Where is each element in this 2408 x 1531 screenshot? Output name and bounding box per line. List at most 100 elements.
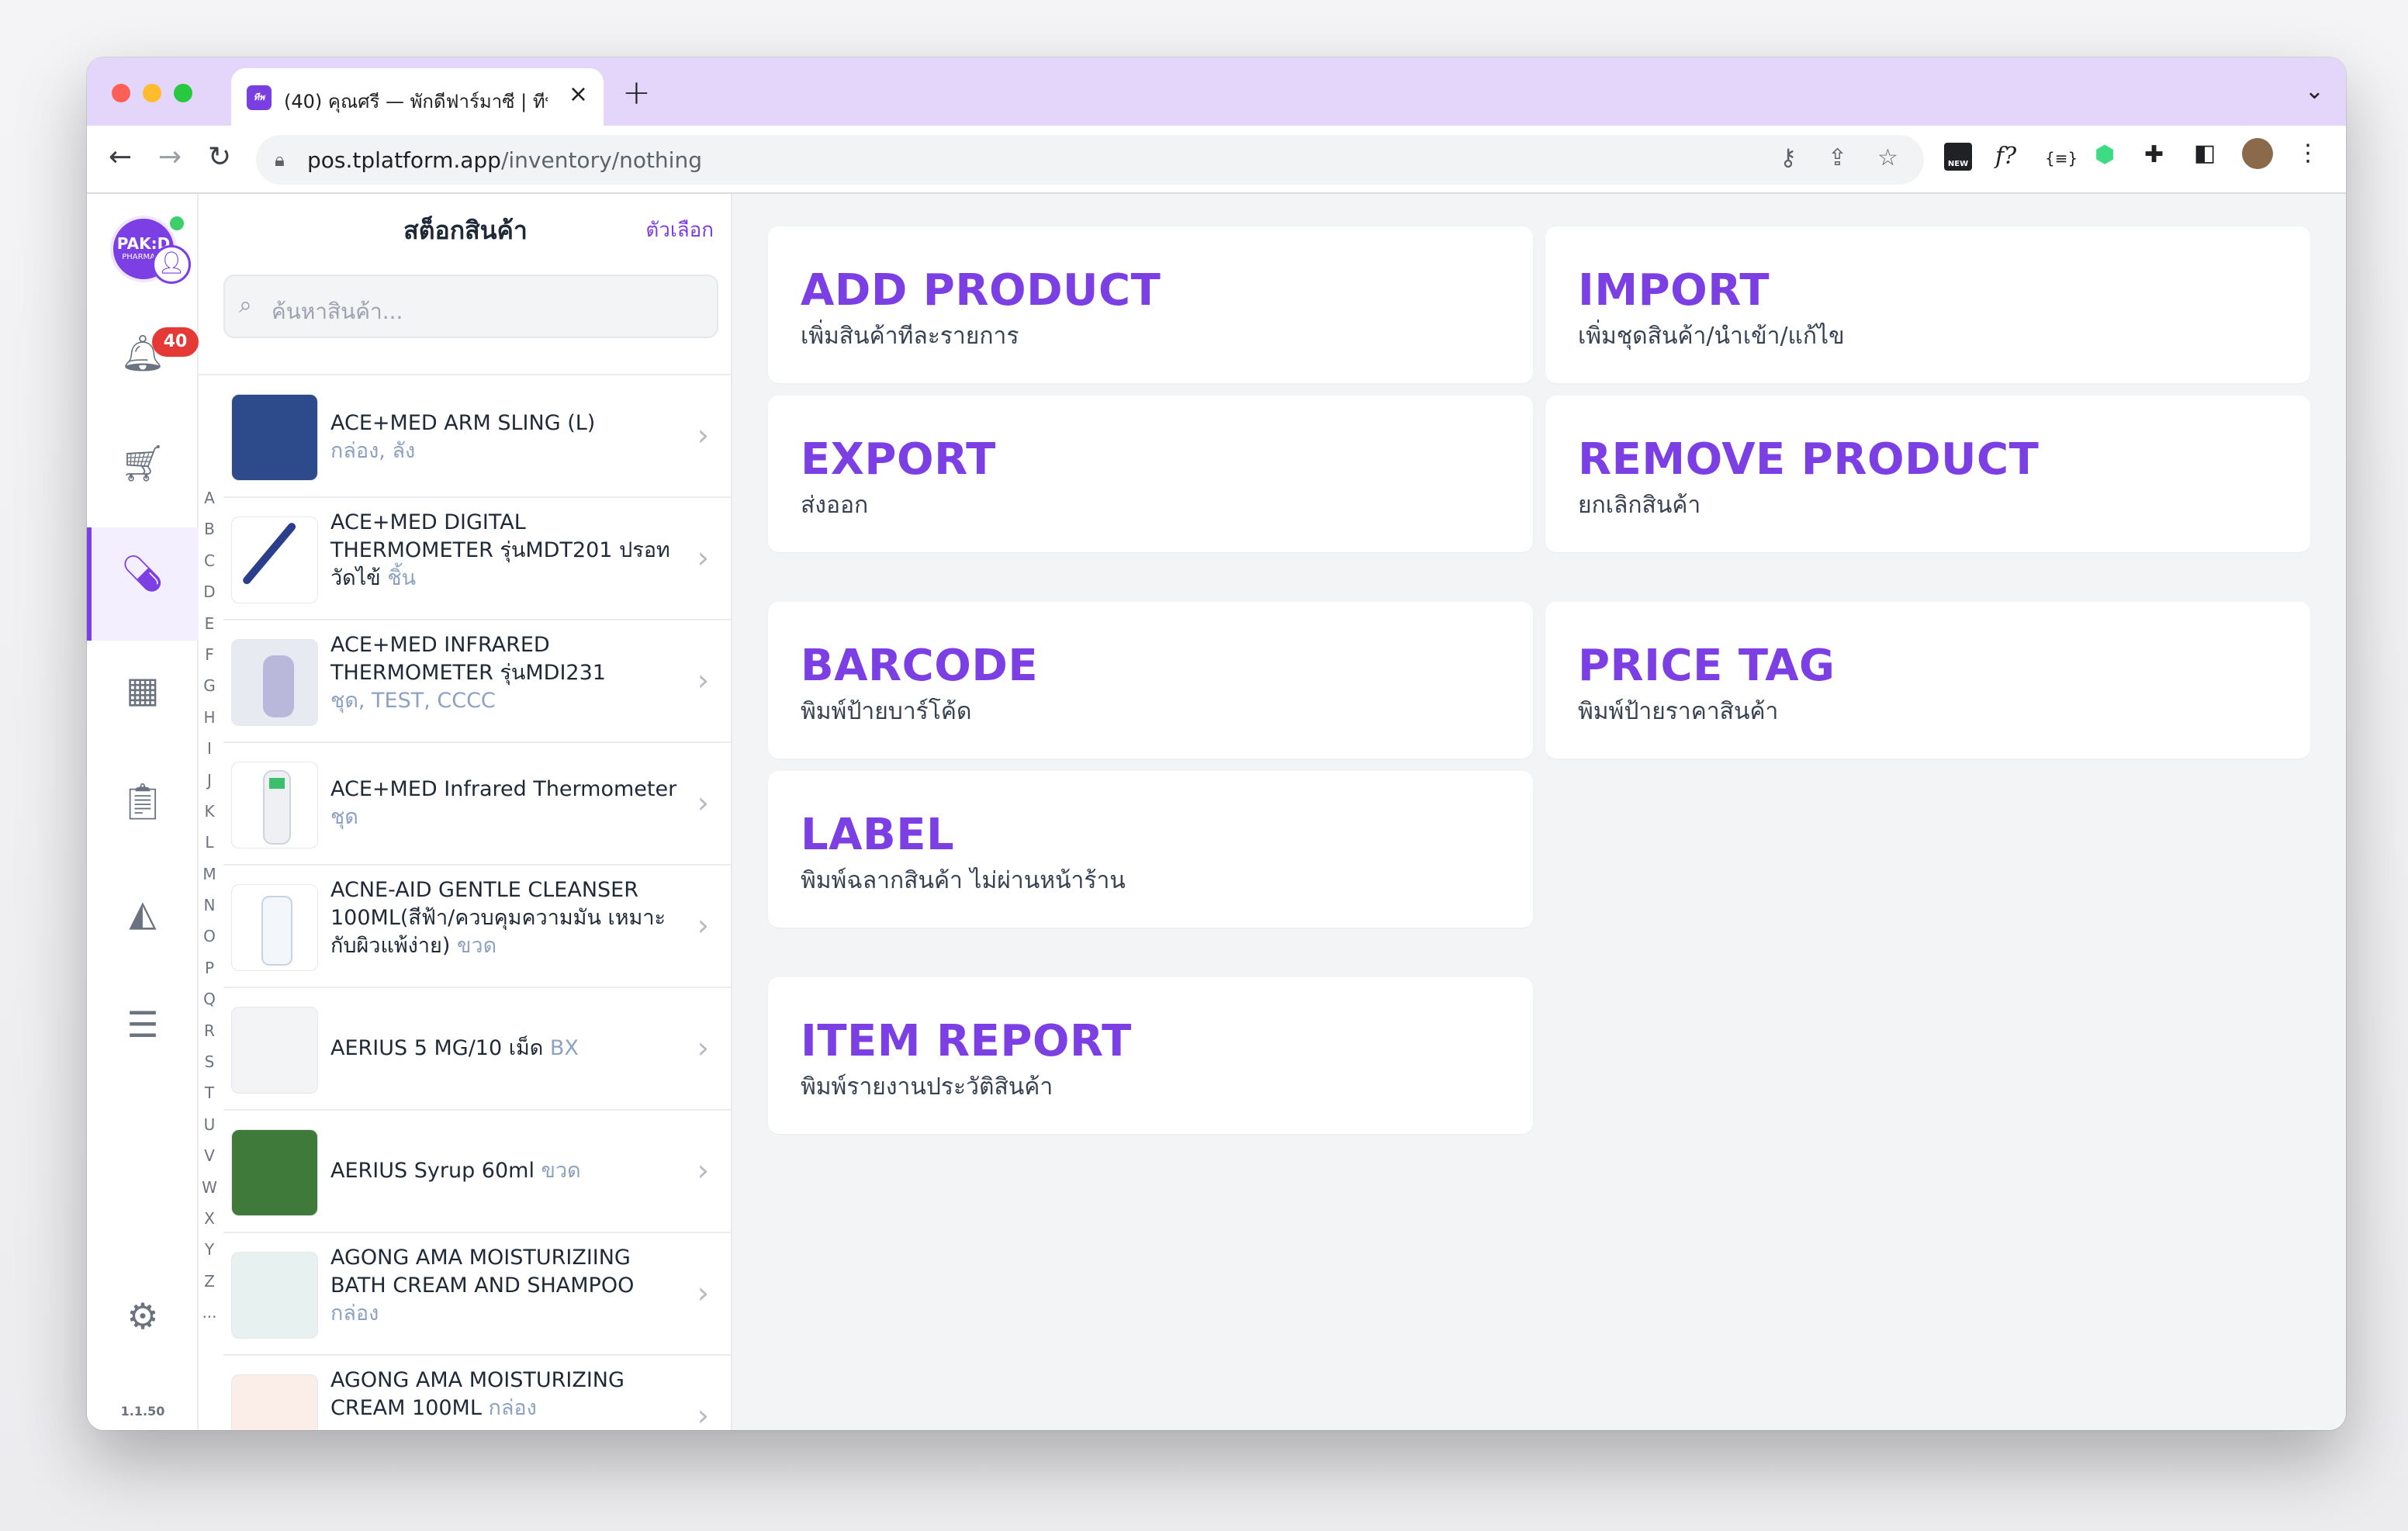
price-tag-card[interactable]: PRICE TAG พิมพ์ป้ายราคาสินค้า: [1545, 602, 2310, 759]
alpha-letter[interactable]: O: [199, 921, 220, 952]
alpha-letter[interactable]: R: [199, 1015, 220, 1046]
notification-badge: 40: [152, 327, 199, 357]
lock-icon[interactable]: 🔒︎: [275, 149, 285, 171]
product-thumbnail-placeholder: [231, 1007, 318, 1094]
alpha-letter[interactable]: U: [199, 1109, 220, 1140]
new-badge-icon[interactable]: NEW: [1944, 143, 1972, 171]
alphabet-index: A B C D E F G H I J K L M N O P Q R S T: [199, 482, 220, 1329]
product-unit: ชิ้น: [387, 566, 417, 590]
tab-search-chevron-icon[interactable]: ⌄: [2305, 78, 2324, 105]
nav-rail: PAK:D PHARMACY 👤︎ 🔔︎ 40 🛒︎ 💊︎ ▦ 📋︎ ◭ ☰ ⚙…: [87, 194, 199, 1430]
product-row[interactable]: AGONG AMA MOISTURIZIING BATH CREAM AND S…: [223, 1233, 731, 1356]
server-icon[interactable]: ☰: [87, 1004, 199, 1045]
product-thumbnail: [231, 1129, 318, 1216]
profile-avatar[interactable]: [2242, 138, 2273, 169]
alpha-letter[interactable]: M: [199, 859, 220, 890]
card-subtitle: พิมพ์ป้ายบาร์โค้ด: [801, 698, 972, 725]
item-report-card[interactable]: ITEM REPORT พิมพ์รายงานประวัติสินค้า: [768, 977, 1533, 1134]
product-text: AERIUS Syrup 60ml ขวด: [330, 1157, 680, 1185]
puzzle-icon[interactable]: ✚: [2144, 141, 2164, 168]
sidebar-icon[interactable]: ◧: [2194, 140, 2216, 167]
alpha-letter[interactable]: A: [199, 482, 220, 513]
alpha-letter[interactable]: C: [199, 545, 220, 576]
chevron-right-icon: ›: [697, 908, 709, 942]
product-row[interactable]: ACE+MED Infrared Thermometer ชุด ›: [223, 743, 731, 866]
alpha-letter[interactable]: D: [199, 576, 220, 607]
product-text: ACE+MED INFRARED THERMOMETER รุ่นMDI231 ช…: [330, 631, 680, 715]
alpha-letter[interactable]: P: [199, 952, 220, 983]
product-row[interactable]: ACNE-AID GENTLE CLEANSER 100ML(สีฟ้า/ควบ…: [223, 866, 731, 988]
product-search-input[interactable]: ⌕ ค้นหาสินค้า...: [223, 275, 718, 338]
alpha-letter[interactable]: Q: [199, 983, 220, 1014]
alpha-letter[interactable]: G: [199, 670, 220, 701]
alpha-letter[interactable]: F: [199, 639, 220, 670]
barcode-card[interactable]: BARCODE พิมพ์ป้ายบาร์โค้ด: [768, 602, 1533, 759]
settings-gear-icon[interactable]: ⚙: [87, 1295, 199, 1337]
alpha-letter[interactable]: V: [199, 1140, 220, 1171]
remove-product-card[interactable]: REMOVE PRODUCT ยกเลิกสินค้า: [1545, 396, 2310, 552]
reload-icon[interactable]: ↻: [208, 141, 231, 173]
address-bar[interactable]: 🔒︎ pos.tplatform.app/inventory/nothing ⚷…: [256, 135, 1924, 185]
product-name: ACE+MED Infrared Thermometer: [330, 777, 677, 801]
browser-tab[interactable]: ทีพ (40) คุณศรี — พักดีฟาร์มาซี | ทีพ ×: [231, 68, 604, 126]
inventory-actions: ADD PRODUCT เพิ่มสินค้าทีละรายการ IMPORT…: [732, 194, 2346, 1430]
alpha-letter[interactable]: Y: [199, 1234, 220, 1265]
alpha-letter[interactable]: ...: [199, 1297, 220, 1328]
url-text[interactable]: pos.tplatform.app/inventory/nothing: [307, 147, 702, 173]
product-row[interactable]: ACE+MED INFRARED THERMOMETER รุ่นMDI231 ช…: [223, 620, 731, 743]
share-icon[interactable]: ⇪: [1828, 144, 1847, 171]
product-thumbnail: [231, 639, 318, 726]
json-icon[interactable]: {≡}: [2045, 149, 2078, 168]
product-text: ACE+MED Infrared Thermometer ชุด: [330, 776, 680, 831]
key-icon[interactable]: ⚷: [1780, 144, 1797, 171]
tab-close-icon[interactable]: ×: [569, 81, 588, 108]
product-row[interactable]: AERIUS 5 MG/10 เม็ด BX ›: [223, 988, 731, 1111]
add-product-card[interactable]: ADD PRODUCT เพิ่มสินค้าทีละรายการ: [768, 226, 1533, 383]
clipboard-icon[interactable]: 📋︎: [87, 780, 199, 823]
alpha-letter[interactable]: X: [199, 1203, 220, 1234]
alpha-letter[interactable]: S: [199, 1046, 220, 1077]
alpha-letter[interactable]: H: [199, 702, 220, 733]
product-row[interactable]: ACE+MED ARM SLING (L) กล่อง, ลัง ›: [223, 375, 731, 498]
alpha-letter[interactable]: E: [199, 608, 220, 639]
product-row[interactable]: ACE+MED DIGITAL THERMOMETER รุ่นMDT201 ป…: [223, 498, 731, 620]
maximize-window-button[interactable]: [174, 84, 192, 102]
alpha-letter[interactable]: B: [199, 513, 220, 544]
product-unit: ขวด: [541, 1159, 581, 1183]
alpha-letter[interactable]: T: [199, 1077, 220, 1108]
product-thumbnail: [231, 1374, 318, 1430]
label-card[interactable]: LABEL พิมพ์ฉลากสินค้า ไม่ผ่านหน้าร้าน: [768, 771, 1533, 928]
alpha-letter[interactable]: I: [199, 733, 220, 764]
card-title: IMPORT: [1578, 265, 1770, 316]
minimize-window-button[interactable]: [143, 84, 161, 102]
options-link[interactable]: ตัวเลือก: [645, 214, 714, 246]
cart-icon[interactable]: 🛒︎: [87, 442, 199, 485]
back-icon[interactable]: ←: [109, 141, 132, 173]
more-icon[interactable]: ⋮: [2296, 140, 2320, 167]
product-text: AGONG AMA MOISTURIZING CREAM 100ML กล่อง: [330, 1367, 680, 1422]
product-row[interactable]: AERIUS Syrup 60ml ขวด ›: [223, 1111, 731, 1233]
chevron-right-icon: ›: [697, 1153, 709, 1187]
export-card[interactable]: EXPORT ส่งออก: [768, 396, 1533, 552]
new-tab-button[interactable]: +: [622, 73, 651, 112]
star-icon[interactable]: ☆: [1877, 144, 1898, 171]
user-avatar-icon[interactable]: 👤︎: [152, 245, 191, 284]
product-unit: ชุด: [330, 805, 358, 829]
import-card[interactable]: IMPORT เพิ่มชุดสินค้า/นำเข้า/แก้ไข: [1545, 226, 2310, 383]
alpha-letter[interactable]: W: [199, 1172, 220, 1203]
android-icon[interactable]: ⬢: [2095, 141, 2115, 168]
close-window-button[interactable]: [112, 84, 130, 102]
product-name: ACE+MED ARM SLING (L): [330, 411, 596, 435]
alpha-letter[interactable]: N: [199, 890, 220, 921]
alpha-letter[interactable]: K: [199, 796, 220, 827]
boxes-icon[interactable]: ▦: [87, 669, 199, 710]
card-title: EXPORT: [801, 434, 996, 485]
alpha-letter[interactable]: Z: [199, 1266, 220, 1297]
alpha-letter[interactable]: J: [199, 765, 220, 796]
product-row[interactable]: AGONG AMA MOISTURIZING CREAM 100ML กล่อง…: [223, 1356, 731, 1430]
alpha-letter[interactable]: L: [199, 827, 220, 858]
pills-icon[interactable]: 💊︎: [87, 552, 199, 595]
chart-area-icon[interactable]: ◭: [87, 892, 199, 934]
function-icon[interactable]: f?: [1995, 143, 2016, 170]
forward-icon[interactable]: →: [158, 141, 182, 173]
